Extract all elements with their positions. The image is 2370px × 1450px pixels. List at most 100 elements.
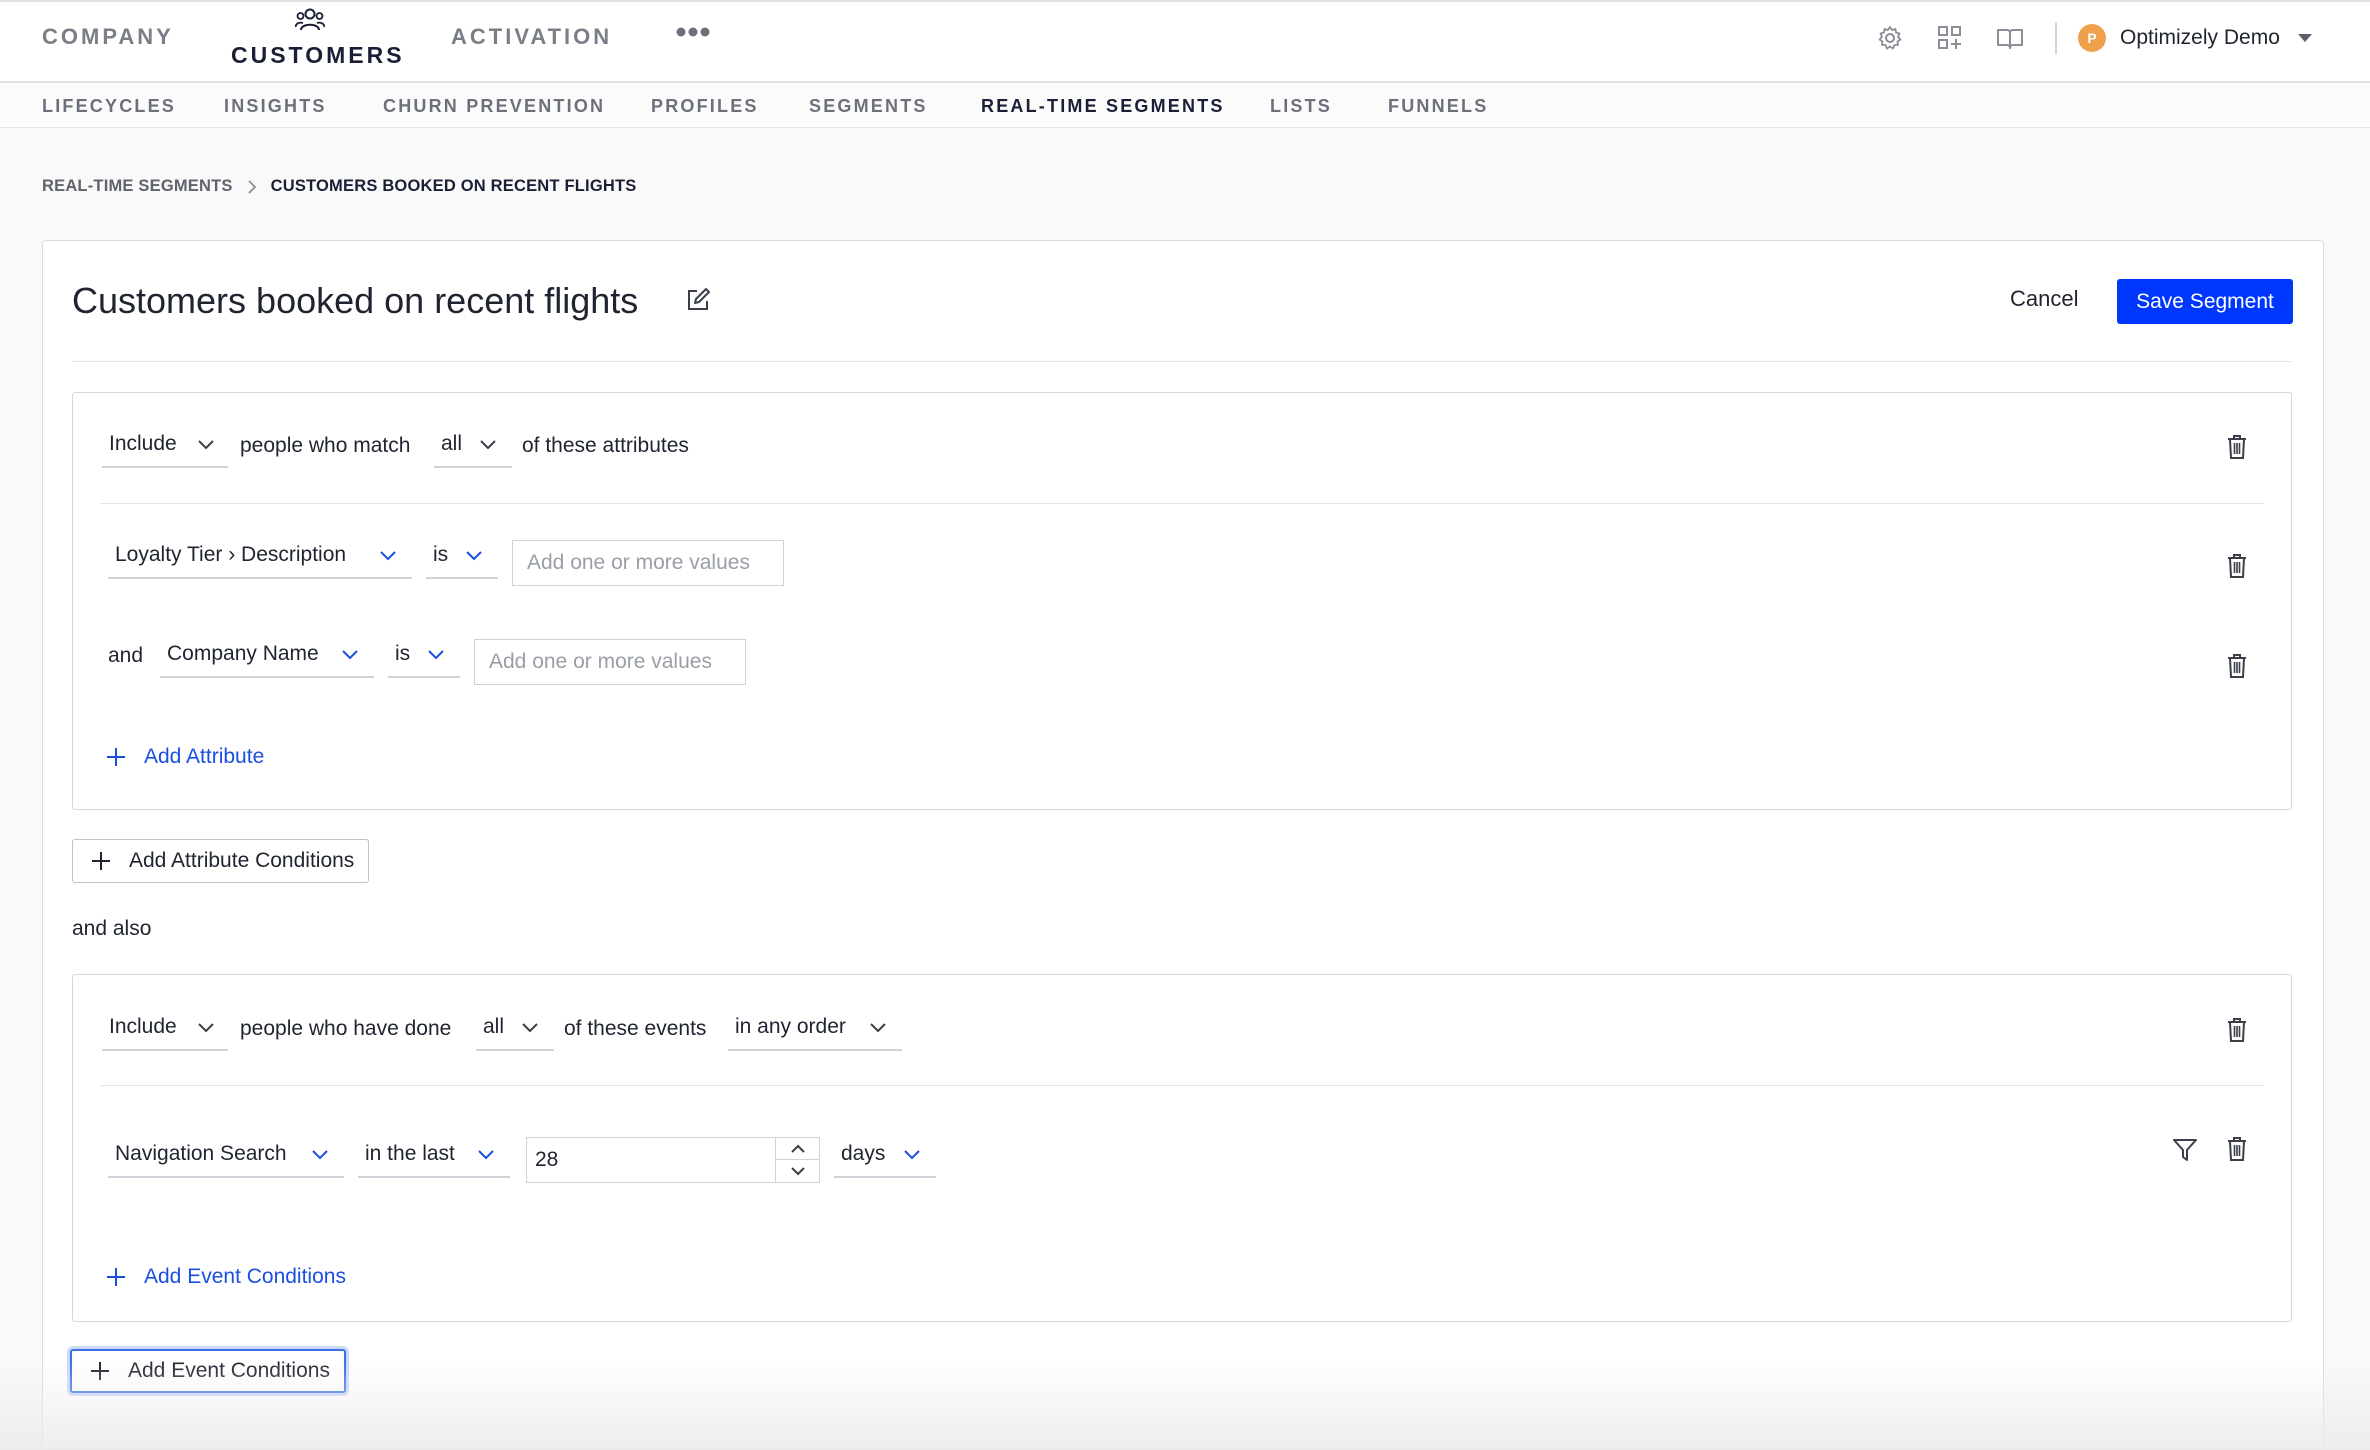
chevron-down-icon xyxy=(522,1023,538,1033)
more-dots-icon[interactable] xyxy=(675,26,711,38)
time-window-label: in the last xyxy=(365,1142,455,1165)
save-segment-button[interactable]: Save Segment xyxy=(2117,279,2293,324)
breadcrumb-parent[interactable]: REAL-TIME SEGMENTS xyxy=(42,177,233,196)
include-dropdown-label: Include xyxy=(109,1015,177,1038)
subnav-funnels[interactable]: FUNNELS xyxy=(1388,96,1488,117)
topnav-company[interactable]: COMPANY xyxy=(42,24,174,50)
trash-icon[interactable] xyxy=(2226,653,2248,679)
stepper-down-button[interactable] xyxy=(776,1160,820,1182)
chevron-down-icon xyxy=(791,1166,805,1175)
operator-label: is xyxy=(395,642,411,665)
avatar: P xyxy=(2078,24,2106,52)
add-attribute-conditions-label: Add Attribute Conditions xyxy=(129,849,355,872)
trash-icon[interactable] xyxy=(2226,553,2248,579)
chevron-down-icon xyxy=(478,1150,494,1160)
panel-divider xyxy=(100,1085,2264,1086)
add-event-conditions-button[interactable]: Add Event Conditions xyxy=(70,1349,346,1393)
title-divider xyxy=(72,361,2292,362)
subnav-real-time-segments[interactable]: REAL-TIME SEGMENTS xyxy=(981,96,1225,117)
time-value-input[interactable] xyxy=(527,1138,773,1182)
subnav-lifecycles[interactable]: LIFECYCLES xyxy=(42,96,176,117)
add-event-conditions-label: Add Event Conditions xyxy=(144,1265,346,1288)
match-mode-dropdown[interactable]: all xyxy=(434,424,512,468)
event-name-dropdown[interactable]: Navigation Search xyxy=(108,1134,344,1178)
chevron-down-icon xyxy=(480,440,496,450)
and-connector: and xyxy=(108,644,144,667)
attribute-field-label: Company Name xyxy=(167,642,319,665)
chevron-down-icon xyxy=(380,551,396,561)
toolbar-divider xyxy=(2055,22,2057,54)
time-value-stepper xyxy=(526,1137,820,1183)
gear-icon[interactable] xyxy=(1876,24,1904,52)
plus-icon xyxy=(91,1362,109,1380)
match-text: people who match xyxy=(240,434,411,457)
panel-divider xyxy=(100,503,2264,504)
subnav-insights[interactable]: INSIGHTS xyxy=(224,96,327,117)
add-event-conditions-link[interactable]: Add Event Conditions xyxy=(106,1265,346,1289)
done-text: people who have done xyxy=(240,1017,452,1040)
chevron-down-icon xyxy=(312,1150,328,1160)
values-input[interactable] xyxy=(474,639,746,685)
values-input[interactable] xyxy=(512,540,784,586)
book-icon[interactable] xyxy=(1996,24,2024,52)
chevron-down-icon xyxy=(342,650,358,660)
filter-icon[interactable] xyxy=(2172,1138,2198,1162)
subnav-segments[interactable]: SEGMENTS xyxy=(809,96,928,117)
add-event-conditions-button-label: Add Event Conditions xyxy=(128,1359,330,1382)
trash-icon[interactable] xyxy=(2226,1017,2248,1043)
plus-icon xyxy=(107,748,125,766)
event-name-label: Navigation Search xyxy=(115,1142,287,1165)
add-attribute-label: Add Attribute xyxy=(144,745,265,768)
time-unit-label: days xyxy=(841,1142,886,1165)
stepper-controls xyxy=(775,1138,820,1182)
trash-icon[interactable] xyxy=(2226,434,2248,460)
and-also-text: and also xyxy=(72,917,152,940)
add-attribute-link[interactable]: Add Attribute xyxy=(106,745,264,769)
subnav-churn-prevention[interactable]: CHURN PREVENTION xyxy=(383,96,605,117)
include-dropdown-label: Include xyxy=(109,432,177,455)
apps-plus-icon[interactable] xyxy=(1936,24,1964,52)
cancel-button[interactable]: Cancel xyxy=(2010,286,2078,312)
trash-icon[interactable] xyxy=(2226,1136,2248,1162)
subnav-lists[interactable]: LISTS xyxy=(1270,96,1332,117)
time-unit-dropdown[interactable]: days xyxy=(834,1134,936,1178)
chevron-down-icon xyxy=(428,650,444,660)
events-text: of these events xyxy=(564,1017,707,1040)
caret-down-icon xyxy=(2297,34,2312,42)
stepper-up-button[interactable] xyxy=(776,1138,820,1160)
account-name: Optimizely Demo xyxy=(2120,26,2280,49)
edit-icon[interactable] xyxy=(685,287,711,313)
match-mode-dropdown[interactable]: all xyxy=(476,1007,554,1051)
attributes-suffix-text: of these attributes xyxy=(522,434,689,457)
plus-icon xyxy=(92,852,110,870)
breadcrumb-current: CUSTOMERS BOOKED ON RECENT FLIGHTS xyxy=(270,177,637,195)
attribute-field-dropdown[interactable]: Company Name xyxy=(160,634,374,678)
subnav-profiles[interactable]: PROFILES xyxy=(651,96,759,117)
account-menu[interactable]: P Optimizely Demo xyxy=(2078,22,2312,54)
topnav-customers[interactable]: CUSTOMERS xyxy=(231,42,405,69)
chevron-down-icon xyxy=(198,1023,214,1033)
add-attribute-conditions-button[interactable]: Add Attribute Conditions xyxy=(72,839,370,883)
operator-dropdown[interactable]: is xyxy=(388,634,460,678)
plus-icon xyxy=(107,1268,125,1286)
attribute-field-dropdown[interactable]: Loyalty Tier › Description xyxy=(108,535,412,579)
chevron-right-icon xyxy=(247,179,256,194)
operator-dropdown[interactable]: is xyxy=(426,535,498,579)
top-navigation-bar: COMPANY CUSTOMERS ACTIVATION P Optimizel… xyxy=(0,0,2370,83)
chevron-down-icon xyxy=(198,440,214,450)
chevron-down-icon xyxy=(904,1150,920,1160)
order-dropdown[interactable]: in any order xyxy=(728,1007,902,1051)
breadcrumb: REAL-TIME SEGMENTS CUSTOMERS BOOKED ON R… xyxy=(42,177,636,196)
include-dropdown[interactable]: Include xyxy=(102,1007,228,1051)
time-window-dropdown[interactable]: in the last xyxy=(358,1134,510,1178)
chevron-up-icon xyxy=(791,1144,805,1153)
operator-label: is xyxy=(433,543,449,566)
attribute-field-label: Loyalty Tier › Description xyxy=(115,543,347,566)
order-label: in any order xyxy=(735,1015,846,1038)
match-mode-label: all xyxy=(483,1015,505,1038)
chevron-down-icon xyxy=(870,1023,886,1033)
include-dropdown[interactable]: Include xyxy=(102,424,228,468)
sub-navigation: LIFECYCLES INSIGHTS CHURN PREVENTION PRO… xyxy=(0,83,2370,128)
topnav-activation[interactable]: ACTIVATION xyxy=(451,24,612,50)
people-icon xyxy=(295,8,325,31)
